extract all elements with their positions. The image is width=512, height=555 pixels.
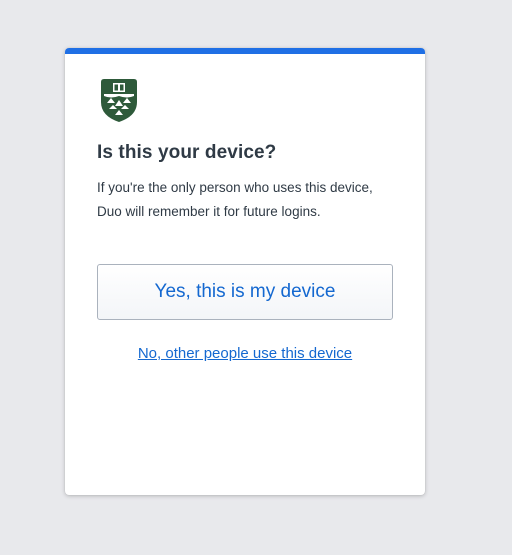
page-title: Is this your device? (97, 142, 277, 163)
university-shield-logo-icon (99, 76, 139, 123)
card-accent-bar (65, 48, 425, 54)
trust-device-button[interactable]: Yes, this is my device (97, 264, 393, 320)
dont-trust-device-link[interactable]: No, other people use this device (65, 345, 425, 362)
prompt-description: If you're the only person who uses this … (97, 180, 373, 219)
device-trust-card: Is this your device? If you're the only … (65, 48, 425, 495)
